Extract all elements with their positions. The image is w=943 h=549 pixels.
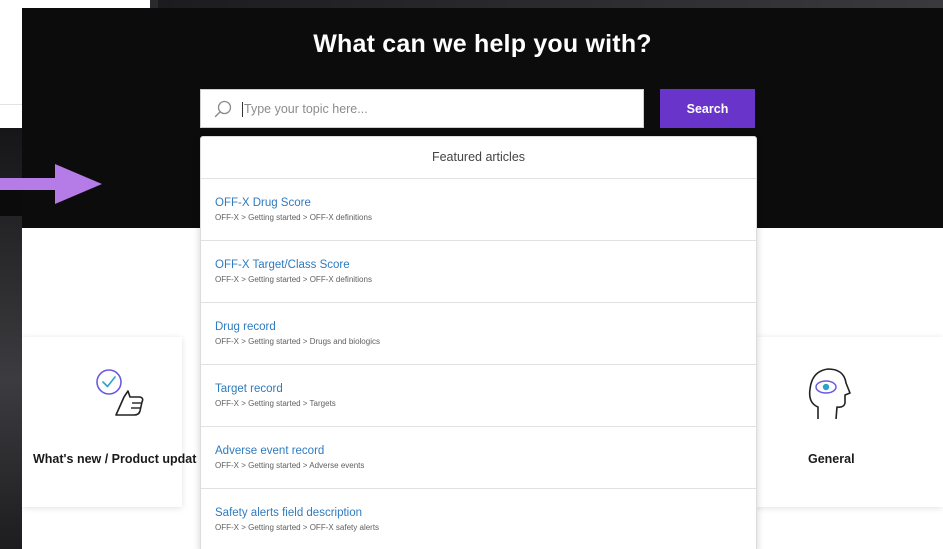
article-breadcrumb: OFF-X > Getting started > OFF-X definiti…	[215, 275, 372, 284]
article-item[interactable]: Target record OFF-X > Getting started > …	[201, 365, 756, 427]
featured-articles-header: Featured articles	[201, 137, 756, 179]
article-breadcrumb: OFF-X > Getting started > OFF-X safety a…	[215, 523, 380, 532]
article-title[interactable]: Safety alerts field description	[215, 506, 756, 520]
search-button[interactable]: Search	[660, 89, 755, 128]
article-item[interactable]: Adverse event record OFF-X > Getting sta…	[201, 427, 756, 489]
article-item[interactable]: Drug record OFF-X > Getting started > Dr…	[201, 303, 756, 365]
article-item[interactable]: Safety alerts field description OFF-X > …	[201, 489, 756, 549]
text-cursor	[242, 102, 243, 117]
category-label-general: General	[808, 452, 855, 466]
article-item[interactable]: OFF-X Drug Score OFF-X > Getting started…	[201, 179, 756, 241]
featured-articles-dropdown: Featured articles OFF-X Drug Score OFF-X…	[200, 136, 757, 549]
article-breadcrumb: OFF-X > Getting started > Adverse events	[215, 461, 365, 470]
category-card-general[interactable]: General	[754, 337, 943, 507]
article-breadcrumb: OFF-X > Getting started > Targets	[215, 399, 336, 408]
article-title[interactable]: OFF-X Drug Score	[215, 196, 756, 210]
search-box[interactable]	[200, 89, 644, 128]
search-input[interactable]	[244, 90, 634, 127]
hero-title: What can we help you with?	[313, 30, 652, 58]
head-eye-icon	[808, 368, 851, 420]
category-card-whats-new[interactable]: What's new / Product updat	[22, 337, 196, 507]
help-center-page: What can we help you with? Search What's…	[22, 8, 943, 549]
article-item[interactable]: OFF-X Target/Class Score OFF-X > Getting…	[201, 241, 756, 303]
article-breadcrumb: OFF-X > Getting started > Drugs and biol…	[215, 337, 380, 346]
article-title[interactable]: Drug record	[215, 320, 756, 334]
thumbs-up-check-icon	[96, 369, 144, 416]
article-breadcrumb: OFF-X > Getting started > OFF-X definiti…	[215, 213, 372, 222]
category-label-whats-new: What's new / Product updat	[33, 452, 197, 466]
annotation-arrow-icon	[0, 164, 102, 204]
background-topbar	[158, 0, 943, 8]
article-title[interactable]: OFF-X Target/Class Score	[215, 258, 756, 272]
article-title[interactable]: Adverse event record	[215, 444, 756, 458]
search-icon	[214, 100, 232, 118]
article-title[interactable]: Target record	[215, 382, 756, 396]
